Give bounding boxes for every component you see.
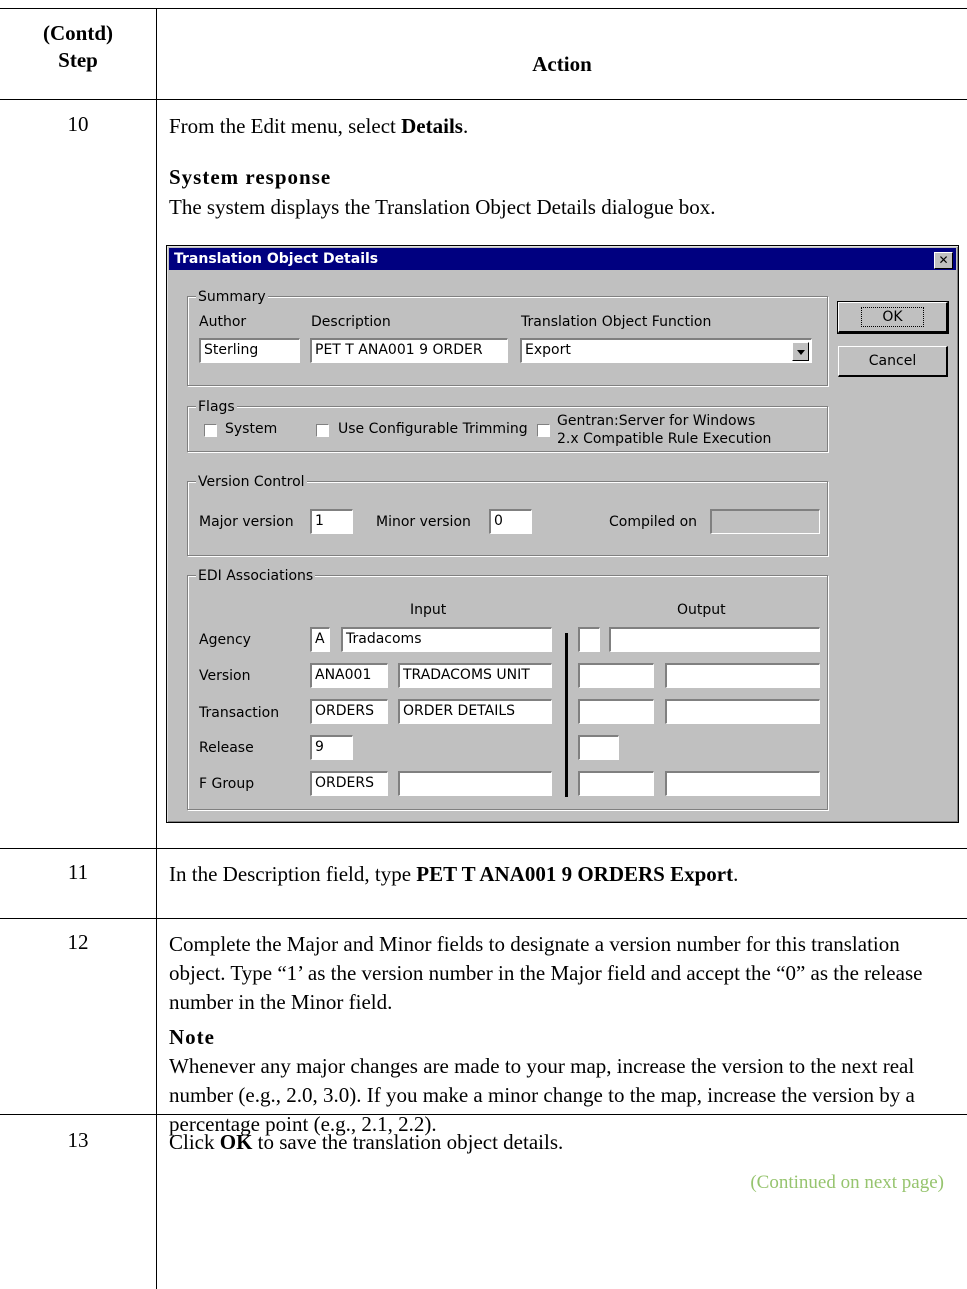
- step-text-bold: Details: [401, 114, 463, 138]
- cancel-button[interactable]: Cancel: [838, 346, 948, 377]
- minor-version-label: Minor version: [376, 514, 471, 530]
- edi-associations-group-label: EDI Associations: [196, 568, 316, 584]
- output-agency-name[interactable]: [609, 627, 820, 652]
- system-response-heading: System response: [169, 165, 332, 189]
- author-input[interactable]: Sterling: [199, 338, 300, 363]
- major-version-label: Major version: [199, 514, 294, 530]
- output-fgroup-name[interactable]: [665, 771, 820, 796]
- table-column-divider: [156, 8, 157, 1289]
- action-column-header: Action: [532, 52, 592, 76]
- output-version-code[interactable]: [578, 663, 654, 688]
- author-label: Author: [199, 314, 247, 330]
- step-text-plain: Click: [169, 1130, 220, 1154]
- ok-button[interactable]: OK: [837, 301, 949, 334]
- input-agency-code[interactable]: A: [310, 627, 330, 652]
- note-heading: Note: [169, 1025, 215, 1049]
- table-row-divider: [0, 848, 967, 849]
- output-transaction-name[interactable]: [665, 699, 820, 724]
- step-text: In the Description field, type PET T ANA…: [169, 860, 954, 888]
- description-label: Description: [311, 314, 391, 330]
- trimming-checkbox-label: Use Configurable Trimming: [338, 421, 528, 437]
- version-label: Version: [199, 668, 251, 684]
- step-text-plain: From the Edit menu, select: [169, 114, 402, 138]
- input-transaction-name[interactable]: ORDER DETAILS: [398, 699, 552, 724]
- minor-version-input[interactable]: 0: [489, 509, 532, 534]
- transaction-label: Transaction: [199, 705, 280, 721]
- output-agency-code[interactable]: [578, 627, 600, 652]
- major-version-input[interactable]: 1: [310, 509, 353, 534]
- gentran-compat-label-line1: Gentran:Server for Windows: [557, 413, 756, 429]
- close-icon[interactable]: ✕: [934, 252, 953, 269]
- system-checkbox[interactable]: [204, 424, 217, 437]
- input-transaction-code[interactable]: ORDERS: [310, 699, 388, 724]
- table-row-divider: [0, 99, 967, 100]
- description-input[interactable]: PET T ANA001 9 ORDER: [310, 338, 508, 363]
- function-select-value: Export: [525, 342, 571, 358]
- step-number: 11: [67, 860, 89, 884]
- system-checkbox-label: System: [225, 421, 278, 437]
- input-version-code[interactable]: ANA001: [310, 663, 388, 688]
- output-release[interactable]: [578, 735, 619, 760]
- output-column-header: Output: [677, 602, 726, 618]
- step-text-bold: OK: [219, 1130, 253, 1154]
- continued-note: (Continued on next page): [750, 1172, 944, 1193]
- compiled-on-label: Compiled on: [609, 514, 698, 530]
- function-select[interactable]: Export: [520, 338, 812, 363]
- output-fgroup-code[interactable]: [578, 771, 654, 796]
- summary-group-label: Summary: [196, 289, 268, 305]
- step-column-header: (Contd) Step: [0, 20, 156, 74]
- input-column-header: Input: [410, 602, 447, 618]
- step-header-line2: Step: [58, 48, 98, 72]
- chevron-down-icon[interactable]: [792, 342, 809, 361]
- input-output-separator: [565, 633, 568, 797]
- output-transaction-code[interactable]: [578, 699, 654, 724]
- step-number: 12: [67, 930, 89, 954]
- step-text-plain: In the Description field, type: [169, 862, 417, 886]
- compiled-on-field: [710, 509, 820, 534]
- ok-button-label: OK: [861, 307, 924, 327]
- step-number: 10: [67, 112, 89, 136]
- note-text: Whenever any major changes are made to y…: [169, 1054, 915, 1136]
- step-number: 13: [67, 1128, 89, 1152]
- system-response-text: The system displays the Translation Obje…: [169, 195, 716, 219]
- fgroup-label: F Group: [199, 776, 255, 792]
- gentran-compat-label: Gentran:Server for Windows 2.x Compatibl…: [557, 412, 771, 448]
- gentran-compat-label-line2: 2.x Compatible Rule Execution: [557, 431, 772, 447]
- step-text-plain: .: [462, 114, 469, 138]
- step-text-plain: to save the translation object details.: [252, 1130, 564, 1154]
- step-header-line1: (Contd): [42, 21, 113, 45]
- input-version-name[interactable]: TRADACOMS UNIT: [398, 663, 552, 688]
- step-text-bold: PET T ANA001 9 ORDERS Export: [416, 862, 734, 886]
- dialog-title-bar: Translation Object Details ✕: [169, 248, 956, 270]
- input-release[interactable]: 9: [310, 735, 353, 760]
- step-text: From the Edit menu, select Details.: [169, 112, 954, 140]
- step-text: Complete the Major and Minor fields to d…: [169, 932, 923, 1014]
- translation-object-details-dialog: Translation Object Details ✕ Summary Aut…: [166, 245, 959, 823]
- function-label: Translation Object Function: [521, 314, 712, 330]
- input-fgroup-code[interactable]: ORDERS: [310, 771, 388, 796]
- release-label: Release: [199, 740, 254, 756]
- version-control-group-label: Version Control: [196, 474, 307, 490]
- trimming-checkbox[interactable]: [316, 424, 329, 437]
- dialog-title: Translation Object Details: [174, 251, 379, 267]
- output-version-name[interactable]: [665, 663, 820, 688]
- table-row-divider: [0, 918, 967, 919]
- step-text-plain: .: [733, 862, 739, 886]
- input-fgroup-name[interactable]: [398, 771, 552, 796]
- gentran-compat-checkbox[interactable]: [537, 424, 550, 437]
- agency-label: Agency: [199, 632, 251, 648]
- table-top-border: [0, 8, 967, 9]
- step-text: Click OK to save the translation object …: [169, 1128, 954, 1156]
- input-agency-name[interactable]: Tradacoms: [341, 627, 552, 652]
- flags-group-label: Flags: [196, 399, 237, 415]
